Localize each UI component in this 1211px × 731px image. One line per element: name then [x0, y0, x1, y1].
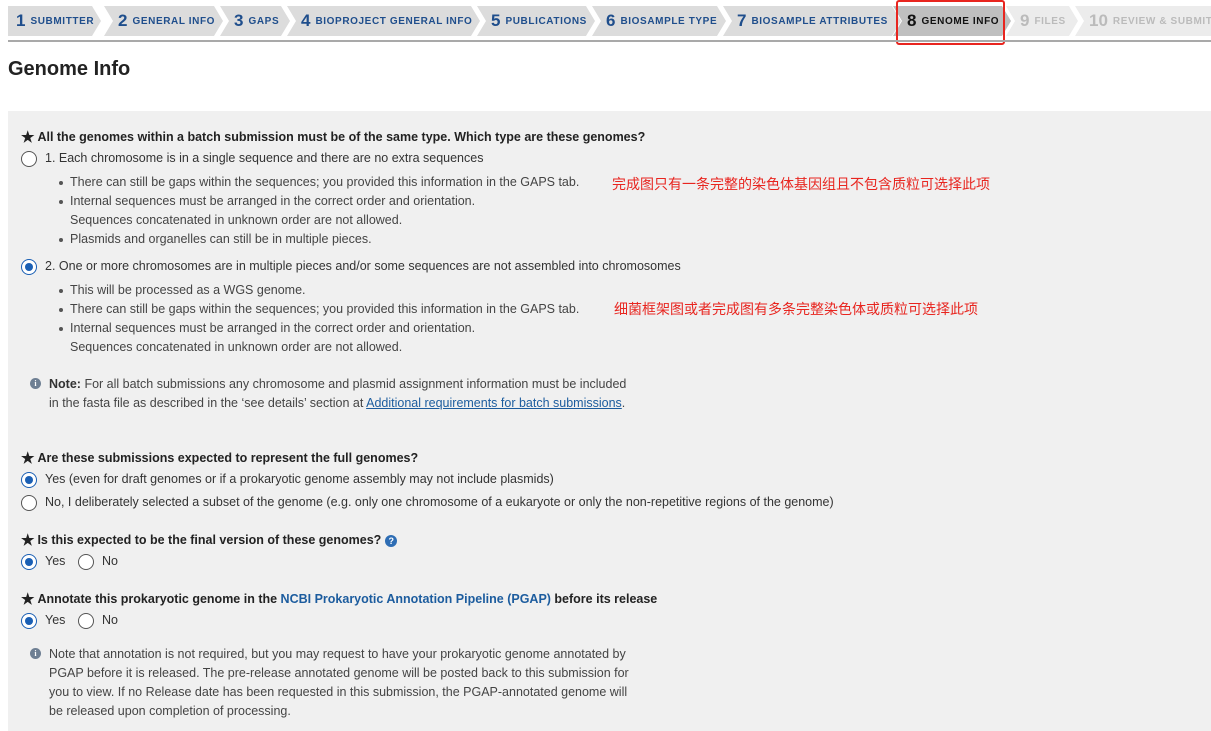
option-2-label[interactable]: 2. One or more chromosomes are in multip… [45, 259, 681, 273]
step-label: SUBMITTER [30, 15, 95, 27]
note-label: Note: [49, 377, 81, 391]
question-pgap-annotation: ★ Annotate this prokaryotic genome in the… [21, 589, 658, 608]
info-icon: i [30, 648, 41, 659]
additional-requirements-link[interactable]: Additional requirements for batch submis… [366, 396, 622, 410]
step-gaps[interactable]: 3 GAPS [220, 6, 290, 36]
question-text-start: Annotate this prokaryotic genome in the [37, 592, 281, 606]
pgap-yes-label[interactable]: Yes [45, 613, 65, 627]
option-2-bullets: This will be processed as a WGS genome. … [58, 281, 579, 357]
required-star-icon: ★ [21, 129, 35, 146]
info-icon: i [30, 378, 41, 389]
step-number: 7 [737, 11, 747, 30]
wizard-steps: 1 SUBMITTER 2 GENERAL INFO 3 GAPS 4 BIOP… [8, 6, 1211, 36]
step-genome-info[interactable]: 8 GENOME INFO [893, 6, 1011, 36]
step-number: 9 [1020, 11, 1030, 30]
radio-pgap-no[interactable] [78, 613, 94, 629]
required-star-icon: ★ [21, 532, 35, 549]
bullet-item: This will be processed as a WGS genome. [58, 281, 579, 300]
step-review-submit: 10 REVIEW & SUBMIT [1075, 6, 1211, 36]
annotation-option-1: 完成图只有一条完整的染色体基因组且不包含质粒可选择此项 [612, 176, 990, 192]
step-number: 5 [491, 11, 501, 30]
bullet-item: Internal sequences must be arranged in t… [58, 192, 579, 211]
step-number: 3 [234, 11, 244, 30]
step-general-info[interactable]: 2 GENERAL INFO [104, 6, 223, 36]
steps-divider [8, 40, 1211, 42]
radio-genome-type-option-2[interactable] [21, 259, 37, 275]
step-label: BIOSAMPLE ATTRIBUTES [751, 15, 888, 27]
step-number: 4 [301, 11, 311, 30]
step-label: FILES [1034, 15, 1066, 27]
step-biosample-type[interactable]: 6 BIOSAMPLE TYPE [592, 6, 726, 36]
required-star-icon: ★ [21, 450, 35, 467]
final-version-yes-label[interactable]: Yes [45, 554, 65, 568]
full-genomes-no-label[interactable]: No, I deliberately selected a subset of … [45, 495, 834, 509]
step-label: GAPS [248, 15, 280, 27]
step-number: 1 [16, 11, 26, 30]
radio-final-version-yes[interactable] [21, 554, 37, 570]
radio-genome-type-option-1[interactable] [21, 151, 37, 167]
bullet-item: Internal sequences must be arranged in t… [58, 319, 579, 338]
step-label: GENERAL INFO [132, 15, 216, 27]
question-text: All the genomes within a batch submissio… [37, 130, 646, 144]
required-star-icon: ★ [21, 591, 35, 608]
bullet-item: Sequences concatenated in unknown order … [70, 213, 403, 227]
question-genome-type: ★ All the genomes within a batch submissi… [21, 127, 646, 146]
full-genomes-yes-label[interactable]: Yes (even for draft genomes or if a prok… [45, 472, 554, 486]
step-number: 10 [1089, 11, 1108, 30]
step-label: PUBLICATIONS [505, 15, 587, 27]
bullet-item: There can still be gaps within the seque… [58, 173, 579, 192]
bullet-item: Plasmids and organelles can still be in … [58, 230, 579, 249]
step-label: BIOSAMPLE TYPE [620, 15, 718, 27]
pgap-link[interactable]: NCBI Prokaryotic Annotation Pipeline (PG… [281, 592, 551, 606]
pgap-no-label[interactable]: No [102, 613, 118, 627]
batch-note: Note: For all batch submissions any chro… [49, 375, 629, 413]
annotation-option-2: 细菌框架图或者完成图有多条完整染色体或质粒可选择此项 [614, 301, 978, 317]
question-text: Are these submissions expected to repres… [37, 451, 419, 465]
step-label: BIOPROJECT GENERAL INFO [315, 15, 473, 27]
step-bioproject-general-info[interactable]: 4 BIOPROJECT GENERAL INFO [287, 6, 480, 36]
note-end: . [621, 396, 626, 410]
step-number: 6 [606, 11, 616, 30]
step-files: 9 FILES [1006, 6, 1078, 36]
step-label: REVIEW & SUBMIT [1112, 15, 1211, 27]
step-number: 8 [907, 11, 917, 30]
radio-pgap-yes[interactable] [21, 613, 37, 629]
final-version-no-label[interactable]: No [102, 554, 118, 568]
radio-full-genomes-yes[interactable] [21, 472, 37, 488]
page-title: Genome Info [8, 58, 131, 80]
step-label: GENOME INFO [921, 15, 1000, 27]
question-text-end: before its release [550, 592, 658, 606]
option-1-label[interactable]: 1. Each chromosome is in a single sequen… [45, 151, 483, 165]
question-text: Is this expected to be the final version… [37, 533, 382, 547]
question-full-genomes: ★ Are these submissions expected to repre… [21, 448, 419, 467]
bullet-item: There can still be gaps within the seque… [58, 300, 579, 319]
help-icon[interactable]: ? [385, 534, 398, 547]
radio-final-version-no[interactable] [78, 554, 94, 570]
radio-full-genomes-no[interactable] [21, 495, 37, 511]
step-biosample-attributes[interactable]: 7 BIOSAMPLE ATTRIBUTES [723, 6, 901, 36]
bullet-item: Sequences concatenated in unknown order … [70, 340, 403, 354]
step-submitter[interactable]: 1 SUBMITTER [8, 6, 101, 36]
step-number: 2 [118, 11, 128, 30]
step-publications[interactable]: 5 PUBLICATIONS [477, 6, 595, 36]
option-1-bullets: There can still be gaps within the seque… [58, 173, 579, 249]
question-final-version: ★ Is this expected to be the final versio… [21, 530, 398, 549]
pgap-note: Note that annotation is not required, bu… [49, 647, 629, 718]
